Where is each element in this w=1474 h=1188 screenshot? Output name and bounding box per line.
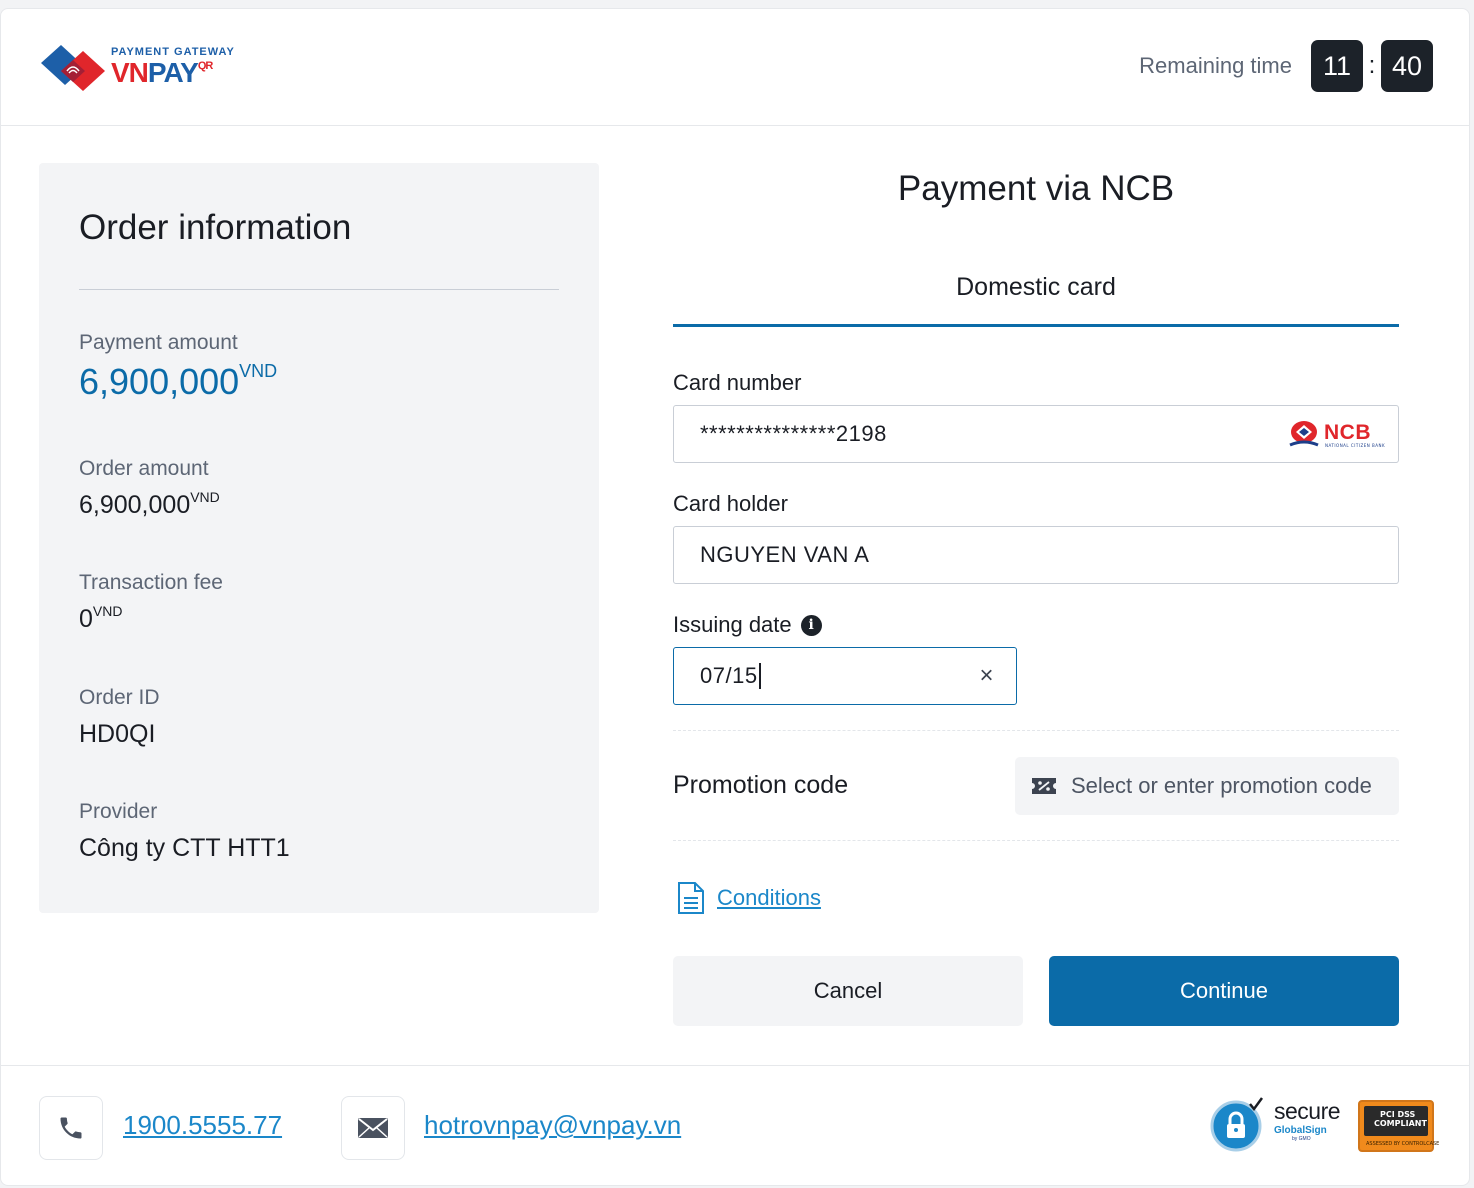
payment-title: Payment via NCB	[897, 169, 1175, 208]
order-amount-value: 6,900,000VND	[79, 489, 220, 519]
pci-badge-inner: PCI DSS COMPLIANT	[1364, 1106, 1428, 1136]
secure-badge-text: secure GlobalSign by GMO	[1274, 1098, 1341, 1143]
provider-field: Provider Công ty CTT HTT1	[79, 800, 290, 863]
divider-dashed	[673, 730, 1399, 731]
ncb-bank-logo: NCB NATIONAL CITIZEN BANK	[1289, 421, 1385, 448]
transaction-fee-label: Transaction fee	[79, 571, 223, 594]
phone-icon	[60, 1117, 82, 1139]
pci-sub: ASSESSED BY CONTROLCASE	[1366, 1141, 1440, 1147]
card-number-input[interactable]: ***************2198 NCB NATIONAL CITIZEN…	[673, 405, 1399, 463]
provider-value: Công ty CTT HTT1	[79, 834, 290, 862]
ncb-logo-text: NCB	[1324, 421, 1371, 444]
tab-domestic-card[interactable]: Domestic card	[673, 261, 1399, 327]
transaction-fee-value: 0VND	[79, 603, 123, 633]
footer: 1900.5555.77 hotrovnpay@vnpay.vn secure …	[1, 1065, 1469, 1185]
document-icon	[678, 882, 704, 914]
conditions-link-row[interactable]: Conditions	[677, 881, 821, 915]
secure-lock-icon	[1210, 1097, 1264, 1152]
conditions-link[interactable]: Conditions	[717, 885, 821, 911]
timer-minutes: 11	[1311, 40, 1363, 92]
clear-icon[interactable]: ×	[979, 662, 994, 690]
order-id-field: Order ID HD0QI	[79, 686, 160, 749]
payment-page: PAYMENT GATEWAY VNPAYQR Remaining time 1…	[0, 8, 1470, 1186]
email-link[interactable]: hotrovnpay@vnpay.vn	[424, 1110, 681, 1141]
phone-link[interactable]: 1900.5555.77	[123, 1110, 282, 1141]
ticket-percent-icon	[1032, 778, 1056, 794]
issuing-date-input[interactable]: 07/15 ×	[673, 647, 1017, 705]
card-holder-input[interactable]: NGUYEN VAN A	[673, 526, 1399, 584]
order-id-label: Order ID	[79, 686, 160, 709]
divider-dashed	[673, 840, 1399, 841]
card-number-value: ***************2198	[700, 421, 887, 446]
order-info-title: Order information	[79, 208, 352, 247]
timer-seconds: 40	[1381, 40, 1433, 92]
secure-word: secure	[1274, 1098, 1341, 1124]
order-id-value: HD0QI	[79, 720, 156, 748]
issuing-date-value: 07/15	[700, 663, 758, 688]
vnpay-logo-icon	[41, 45, 105, 91]
pci-line1: PCI DSS	[1380, 1110, 1416, 1119]
continue-button[interactable]: Continue	[1049, 956, 1399, 1026]
card-number-label: Card number	[673, 370, 802, 395]
card-holder-label: Card holder	[673, 491, 788, 516]
globalsign-secure-badge[interactable]: secure GlobalSign by GMO	[1210, 1096, 1350, 1152]
pci-line2: COMPLIANT	[1374, 1119, 1427, 1128]
issuing-date-label-row: Issuing date i	[673, 612, 822, 638]
timer-label: Remaining time	[1139, 53, 1292, 78]
transaction-fee-field: Transaction fee 0VND	[79, 571, 223, 634]
promotion-button-label: Select or enter promotion code	[1071, 773, 1372, 798]
order-amount-label: Order amount	[79, 457, 209, 480]
card-holder-value: NGUYEN VAN A	[700, 542, 870, 567]
provider-label: Provider	[79, 800, 158, 823]
payment-amount-label: Payment amount	[79, 331, 238, 354]
vnpay-logo[interactable]: PAYMENT GATEWAY VNPAYQR	[39, 39, 239, 95]
countdown-timer: Remaining time 11 : 40	[1139, 40, 1433, 92]
email-icon-box[interactable]	[341, 1096, 405, 1160]
secure-brand: GlobalSign	[1274, 1125, 1327, 1136]
payment-amount-value: 6,900,000VND	[79, 361, 278, 402]
text-caret	[758, 663, 761, 689]
order-divider	[79, 289, 559, 290]
order-info-panel: Order information Payment amount 6,900,0…	[39, 163, 599, 913]
mail-icon	[358, 1118, 388, 1138]
payment-amount-field: Payment amount 6,900,000VND	[79, 331, 277, 403]
order-amount-field: Order amount 6,900,000VND	[79, 457, 220, 520]
issuing-date-label: Issuing date	[673, 612, 792, 637]
promotion-code-button[interactable]: Select or enter promotion code	[1015, 757, 1399, 815]
timer-separator: :	[1368, 52, 1376, 79]
info-icon[interactable]: i	[800, 614, 822, 636]
cancel-button[interactable]: Cancel	[673, 956, 1023, 1026]
phone-icon-box[interactable]	[39, 1096, 103, 1160]
ncb-logo-subtext: NATIONAL CITIZEN BANK	[1325, 443, 1385, 448]
promotion-code-label: Promotion code	[673, 771, 849, 799]
header: PAYMENT GATEWAY VNPAYQR Remaining time 1…	[1, 9, 1469, 126]
secure-by: by GMO	[1292, 1136, 1311, 1142]
pci-dss-badge[interactable]: PCI DSS COMPLIANT ASSESSED BY CONTROLCAS…	[1358, 1100, 1439, 1152]
logo-wordmark: VNPAYQR	[111, 57, 213, 88]
